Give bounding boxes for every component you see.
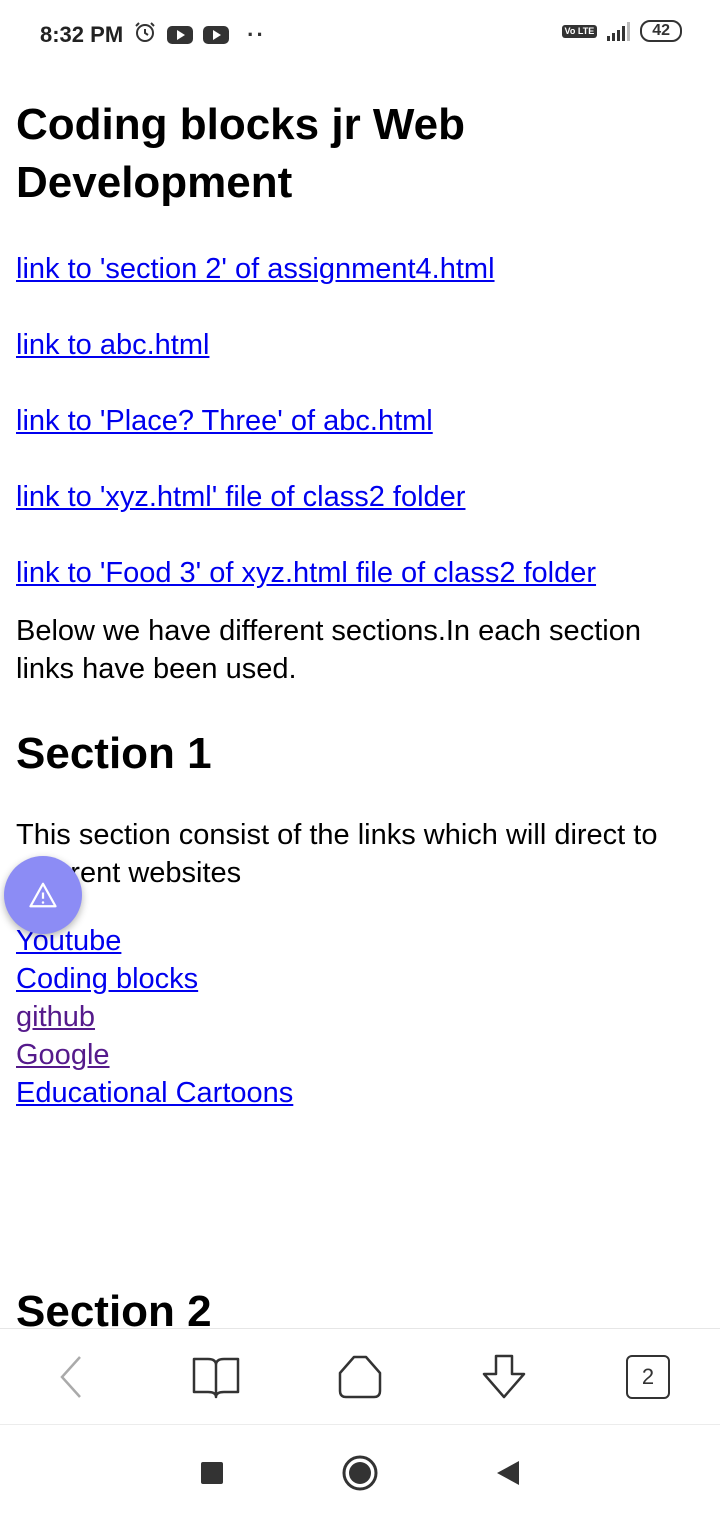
warning-icon [29, 882, 57, 908]
warning-fab-button[interactable] [4, 856, 82, 934]
book-icon [192, 1357, 240, 1399]
downloads-button[interactable] [464, 1337, 544, 1417]
intro-text: Below we have different sections.In each… [16, 615, 641, 685]
home-button[interactable] [320, 1337, 400, 1417]
chevron-left-icon [60, 1356, 81, 1398]
tab-count: 2 [626, 1355, 670, 1399]
status-right: Vo LTE 42 [561, 20, 682, 42]
section-1-heading: Section 1 [16, 729, 212, 778]
tabs-button[interactable]: 2 [608, 1337, 688, 1417]
youtube-notification-icon [167, 25, 194, 44]
bookmarks-button[interactable] [176, 1337, 256, 1417]
home-icon [338, 1355, 382, 1399]
page-content: Coding blocks jr Web Development link to… [16, 96, 706, 1328]
section-2-heading: Section 2 [16, 1287, 212, 1328]
back-button[interactable] [32, 1337, 112, 1417]
status-time: 8:32 PM [40, 21, 124, 47]
volte-icon: Vo LTE [561, 24, 598, 38]
link-coding-blocks[interactable]: Coding blocks [16, 960, 706, 998]
battery-indicator: 42 [640, 20, 682, 42]
youtube-notification-icon-2 [203, 25, 230, 44]
page-title: Coding blocks jr Web Development [16, 100, 466, 207]
link-xyz[interactable]: link to 'xyz.html' file of class2 folder [16, 480, 706, 514]
recents-button[interactable] [188, 1449, 236, 1497]
link-section-2[interactable]: link to 'section 2' of assignment4.html [16, 252, 706, 286]
link-youtube[interactable]: Youtube [16, 922, 706, 960]
system-nav-bar [0, 1424, 720, 1521]
link-github[interactable]: github [16, 998, 706, 1036]
triangle-back-icon [497, 1461, 519, 1485]
signal-icon [607, 21, 631, 41]
link-google[interactable]: Google [16, 1036, 706, 1074]
download-icon [482, 1354, 526, 1399]
circle-icon [342, 1455, 378, 1491]
page-links: link to 'section 2' of assignment4.html … [16, 252, 706, 590]
browser-toolbar: 2 [0, 1328, 720, 1425]
more-notifications-icon: ·· [247, 21, 266, 47]
home-nav-button[interactable] [336, 1449, 384, 1497]
link-place-three[interactable]: link to 'Place? Three' of abc.html [16, 404, 706, 438]
status-left: 8:32 PM ·· [40, 20, 266, 49]
status-bar: 8:32 PM ·· Vo LTE 42 [0, 0, 720, 70]
link-food-3[interactable]: link to 'Food 3' of xyz.html file of cla… [16, 556, 706, 590]
section-1-text: This section consist of the links which … [16, 819, 658, 889]
link-abc[interactable]: link to abc.html [16, 328, 706, 362]
back-nav-button[interactable] [484, 1449, 532, 1497]
link-educational-cartoons[interactable]: Educational Cartoons [16, 1074, 706, 1112]
alarm-icon [133, 20, 157, 49]
section-1-links: Youtube Coding blocks github Google Educ… [16, 922, 706, 1112]
square-icon [201, 1462, 223, 1484]
